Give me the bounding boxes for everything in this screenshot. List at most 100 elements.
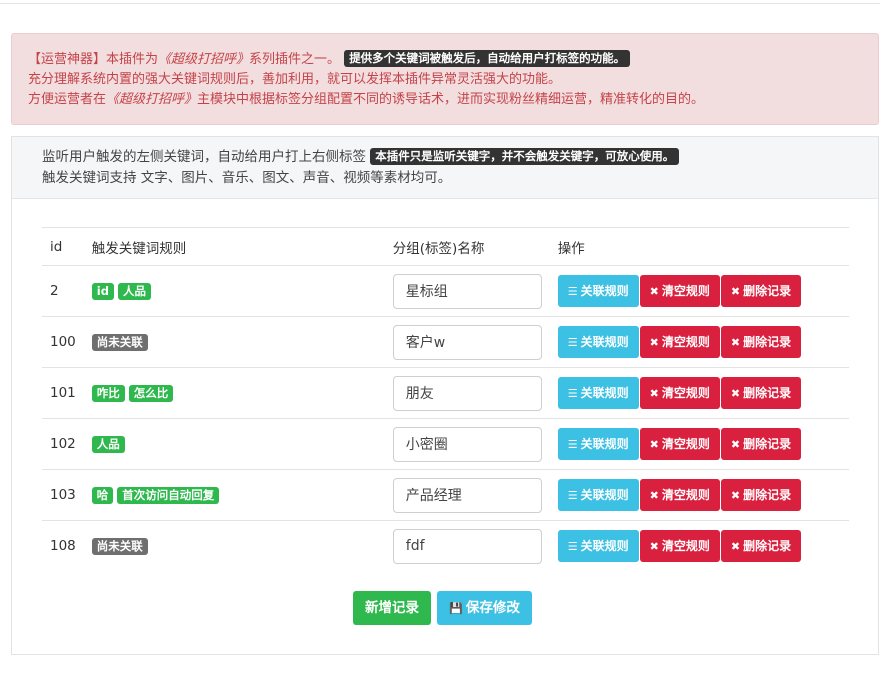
rules-table: id 触发关键词规则 分组(标签)名称 操作 2id人品☰关联规则✖清空规则✖删…: [42, 227, 849, 572]
row-actions: ☰ 关联规则 ✖ 清空规则 ✖ 删除记录: [549, 265, 849, 317]
link-rules-button[interactable]: ☰ 关联规则: [557, 326, 639, 358]
close-icon: ✖: [649, 336, 659, 349]
list-icon: ☰: [567, 285, 578, 298]
close-icon: ✖: [649, 285, 659, 298]
group-name-input[interactable]: [392, 426, 542, 462]
close-icon: ✖: [649, 387, 659, 400]
row-keywords: 人品: [83, 418, 385, 470]
close-icon: ✖: [730, 387, 741, 400]
delete-record-label: 删除记录: [743, 335, 792, 349]
list-icon: ☰: [567, 540, 578, 554]
intro-alert: 【运营神器】本插件为《超级打招呼》系列插件之一。 提供多个关键词被触发后，自动给…: [11, 33, 879, 125]
header-actions: 操作: [549, 227, 849, 266]
link-rules-label: 关联规则: [580, 539, 629, 554]
row-group: [384, 316, 550, 368]
close-icon: ✖: [730, 540, 741, 554]
add-record-button[interactable]: 新增记录: [353, 591, 431, 625]
delete-record-button[interactable]: ✖ 删除记录: [720, 377, 802, 409]
footer-actions: 新增记录 💾 保存修改: [353, 591, 534, 625]
row-id: 108: [42, 520, 84, 572]
delete-record-button[interactable]: ✖ 删除记录: [720, 428, 802, 460]
close-icon: ✖: [730, 489, 741, 502]
row-actions: ☰ 关联规则 ✖ 清空规则 ✖ 删除记录: [549, 367, 849, 419]
keyword-tag: 首次访问自动回复: [117, 486, 220, 504]
close-icon: ✖: [730, 285, 741, 298]
clear-rules-button[interactable]: ✖ 清空规则: [639, 326, 720, 358]
safety-badge: 本插件只是监听关键字，并不会触发关键字，可放心使用。: [370, 148, 680, 165]
row-actions: ☰ 关联规则 ✖ 清空规则 ✖ 删除记录: [549, 316, 849, 368]
plugin-title: 《超级打招呼》: [158, 52, 250, 67]
group-name-input[interactable]: [392, 324, 542, 360]
alert-line-1: 【运营神器】本插件为《超级打招呼》系列插件之一。 提供多个关键词被触发后，自动给…: [28, 50, 864, 70]
table-header-row: id 触发关键词规则 分组(标签)名称 操作: [42, 227, 849, 266]
alert-line-3: 方便运营者在《超级打招呼》主模块中根据标签分组配置不同的诱导话术，进而实现粉丝精…: [28, 90, 864, 110]
table-row: 2id人品☰关联规则✖清空规则✖删除记录: [42, 265, 849, 317]
link-rules-button[interactable]: ☰ 关联规则: [557, 530, 639, 563]
link-rules-button[interactable]: ☰ 关联规则: [557, 275, 639, 307]
delete-record-button[interactable]: ✖ 删除记录: [720, 479, 802, 511]
row-id: 101: [42, 367, 84, 419]
link-rules-label: 关联规则: [580, 386, 629, 400]
row-id: 100: [42, 316, 84, 368]
clear-rules-button[interactable]: ✖ 清空规则: [639, 530, 720, 563]
clear-rules-button[interactable]: ✖ 清空规则: [639, 275, 720, 307]
save-changes-button[interactable]: 💾 保存修改: [437, 591, 532, 625]
link-rules-button[interactable]: ☰ 关联规则: [557, 479, 639, 511]
delete-record-button[interactable]: ✖ 删除记录: [720, 326, 802, 358]
clear-rules-button[interactable]: ✖ 清空规则: [639, 479, 720, 511]
table-row: 101咋比怎么比 ☰关联规则✖清空规则✖删除记录: [42, 367, 849, 419]
row-actions: ☰ 关联规则 ✖ 清空规则 ✖ 删除记录: [549, 520, 849, 572]
keyword-tag: 咋比: [91, 384, 125, 402]
close-icon: ✖: [730, 438, 741, 451]
clear-rules-button[interactable]: ✖ 清空规则: [639, 377, 720, 409]
keyword-tag: 人品: [91, 435, 125, 453]
alert-text: 【运营神器】本插件为: [28, 52, 159, 67]
table-row: 100尚未关联☰关联规则✖清空规则✖删除记录: [42, 316, 849, 368]
close-icon: ✖: [649, 489, 659, 502]
group-name-input[interactable]: [392, 477, 542, 513]
clear-rules-label: 清空规则: [661, 335, 710, 349]
group-name-input[interactable]: [392, 375, 542, 411]
keyword-tag: 人品: [117, 282, 151, 300]
row-keywords: 咋比 怎么比: [83, 367, 385, 419]
alert-text: 主模块中根据标签分组配置不同的诱导话术，进而实现粉丝精细运营，精准转化的目的。: [197, 92, 705, 107]
list-icon: ☰: [567, 336, 578, 349]
alert-text: 方便运营者在: [28, 92, 107, 107]
floppy-icon: 💾: [449, 602, 463, 615]
delete-record-button[interactable]: ✖ 删除记录: [720, 275, 802, 307]
unlinked-badge: 尚未关联: [91, 333, 148, 351]
feature-badge: 提供多个关键词被触发后，自动给用户打标签的功能。: [344, 50, 631, 67]
link-rules-button[interactable]: ☰ 关联规则: [557, 428, 639, 460]
group-name-input[interactable]: [392, 528, 542, 564]
close-icon: ✖: [649, 540, 659, 554]
clear-rules-label: 清空规则: [661, 539, 710, 554]
panel-desc-2: 触发关键词支持 文字、图片、音乐、图文、声音、视频等素材均可。: [42, 170, 452, 186]
link-rules-button[interactable]: ☰ 关联规则: [557, 377, 639, 409]
unlinked-badge: 尚未关联: [91, 537, 148, 555]
plugin-title: 《超级打招呼》: [106, 92, 198, 107]
row-group: [384, 418, 550, 470]
row-keywords: 尚未关联: [83, 316, 385, 368]
panel-desc-1: 监听用户触发的左侧关键词，自动给用户打上右侧标签 本插件只是监听关键字，并不会触…: [42, 147, 878, 168]
row-keywords: 哈首次访问自动回复: [83, 469, 385, 521]
link-rules-label: 关联规则: [580, 284, 629, 298]
top-divider: [0, 0, 880, 4]
group-name-input[interactable]: [392, 273, 542, 309]
clear-rules-button[interactable]: ✖ 清空规则: [639, 428, 720, 460]
link-rules-label: 关联规则: [580, 488, 629, 502]
row-id: 2: [42, 265, 84, 317]
delete-record-label: 删除记录: [743, 488, 792, 502]
table-row: 102人品☰关联规则✖清空规则✖删除记录: [42, 418, 849, 470]
clear-rules-label: 清空规则: [661, 284, 710, 298]
row-actions: ☰ 关联规则 ✖ 清空规则 ✖ 删除记录: [549, 469, 849, 521]
row-actions: ☰ 关联规则 ✖ 清空规则 ✖ 删除记录: [549, 418, 849, 470]
clear-rules-label: 清空规则: [661, 437, 710, 451]
panel-desc-text: 监听用户触发的左侧关键词，自动给用户打上右侧标签: [42, 149, 366, 165]
save-changes-label: 保存修改: [465, 600, 520, 616]
delete-record-button[interactable]: ✖ 删除记录: [720, 530, 802, 563]
panel-heading: 监听用户触发的左侧关键词，自动给用户打上右侧标签 本插件只是监听关键字，并不会触…: [12, 137, 878, 199]
row-keywords: id 人品: [83, 265, 385, 317]
table-row: 108尚未关联☰关联规则✖清空规则✖删除记录: [42, 520, 849, 572]
row-group: [384, 367, 550, 419]
close-icon: ✖: [730, 336, 741, 349]
